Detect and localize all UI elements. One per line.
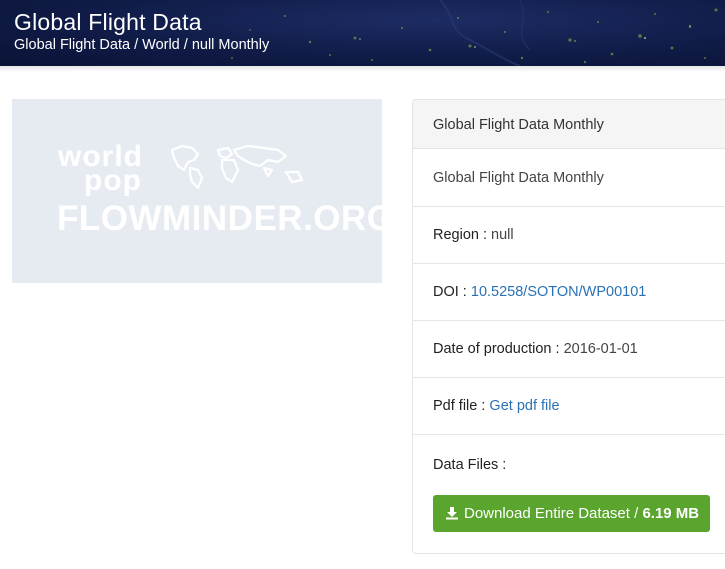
download-size: 6.19 MB <box>642 505 700 522</box>
panel-heading: Global Flight Data Monthly <box>413 100 725 149</box>
download-icon <box>446 507 458 520</box>
download-button-label: Download Entire Dataset / <box>464 505 643 522</box>
date-row: Date of production : 2016-01-01 <box>413 321 725 378</box>
flowminder-logo: FLOWMINDER.ORG <box>57 199 395 238</box>
doi-link[interactable]: 10.5258/SOTON/WP00101 <box>471 284 646 300</box>
doi-row: DOI : 10.5258/SOTON/WP00101 <box>413 264 725 321</box>
worldpop-logo-pop: pop <box>84 164 142 197</box>
pdf-row: Pdf file : Get pdf file <box>413 378 725 435</box>
date-value: 2016-01-01 <box>563 341 638 357</box>
dataset-info-panel: Global Flight Data Monthly Global Flight… <box>412 99 725 554</box>
dataset-name: Global Flight Data Monthly <box>433 170 604 186</box>
header-shadow <box>0 66 725 72</box>
doi-label: DOI : <box>433 284 471 300</box>
data-files-label: Data Files : <box>433 457 507 473</box>
pdf-link[interactable]: Get pdf file <box>489 398 559 414</box>
dataset-name-row: Global Flight Data Monthly <box>413 150 725 207</box>
date-label: Date of production : <box>433 341 564 357</box>
region-label: Region : <box>433 227 492 243</box>
download-dataset-button[interactable]: Download Entire Dataset / 6.19 MB <box>433 495 710 532</box>
page-header: Global Flight Data Global Flight Data / … <box>0 0 725 66</box>
page-title: Global Flight Data <box>14 9 202 35</box>
breadcrumb: Global Flight Data / World / null Monthl… <box>14 37 270 53</box>
pdf-label: Pdf file : <box>433 398 490 414</box>
region-row: Region : null <box>413 207 725 264</box>
world-map-icon <box>170 144 304 190</box>
region-value: null <box>491 227 514 243</box>
